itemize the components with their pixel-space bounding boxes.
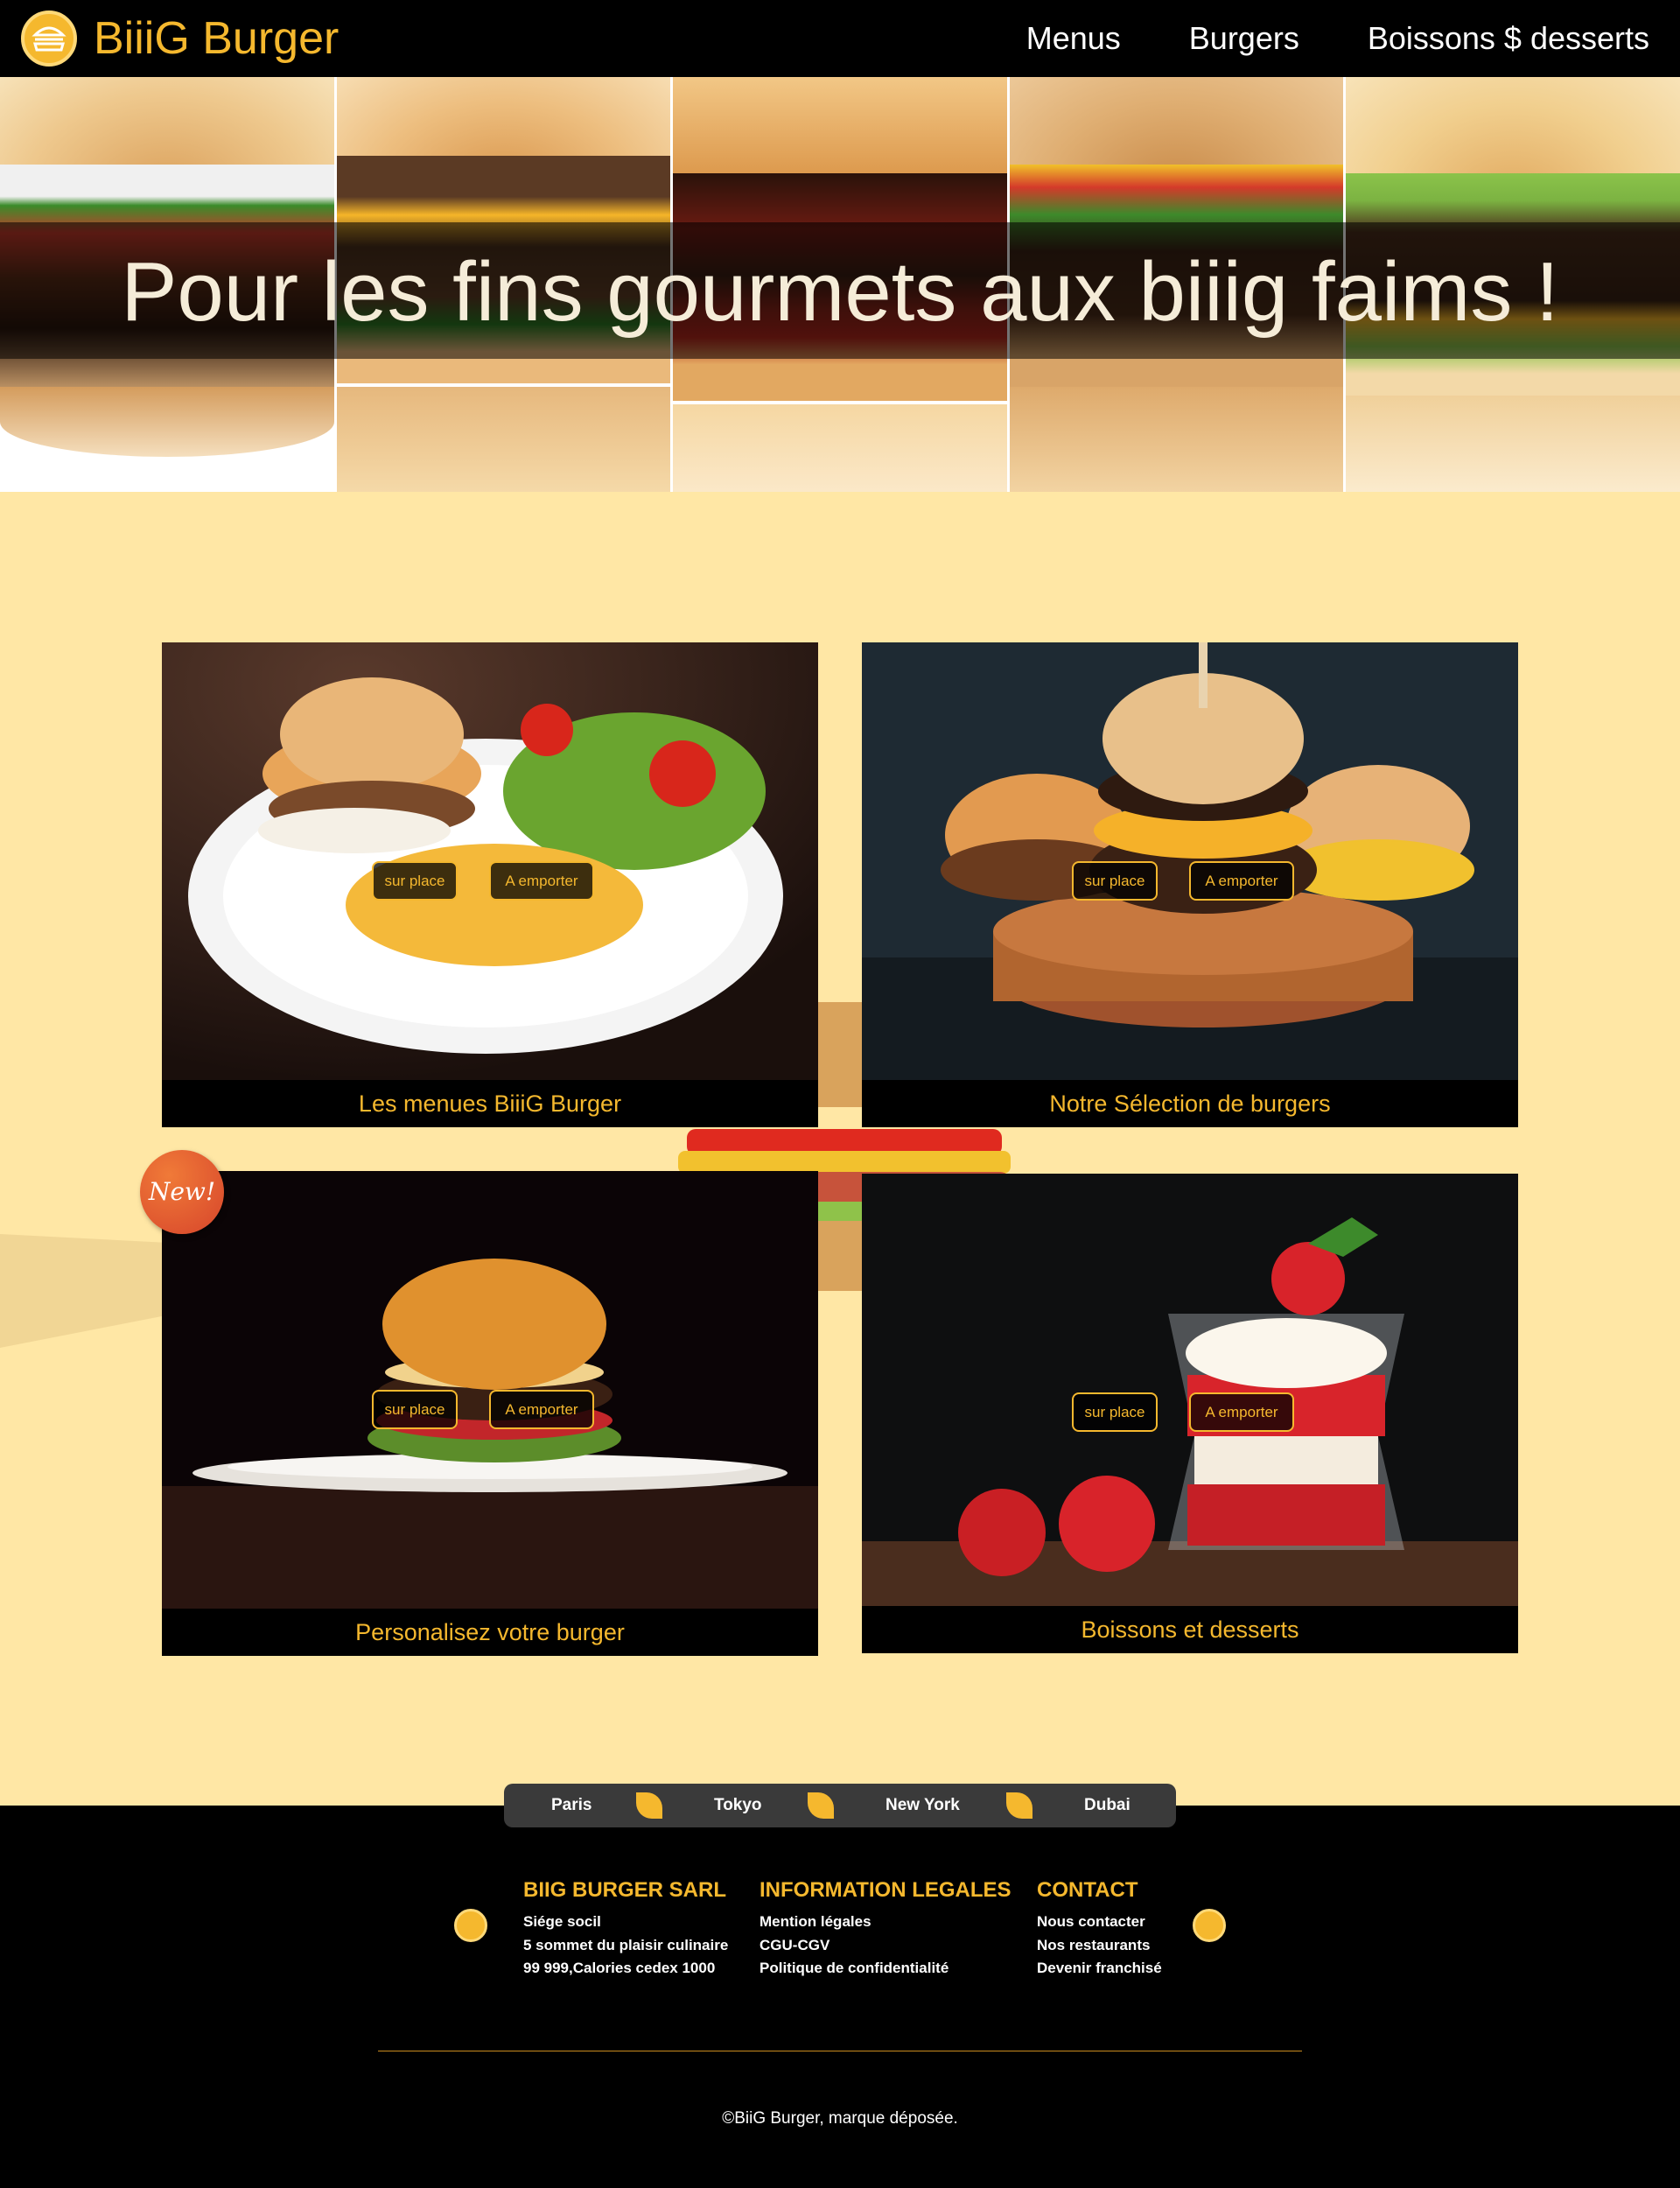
- strawberry-dessert-photo: [862, 1174, 1518, 1606]
- leaf-icon: [636, 1792, 662, 1819]
- footer-text: 99 999,Calories cedex 1000: [523, 1960, 716, 1976]
- burger-icon[interactable]: [21, 11, 77, 67]
- footer: BIIG BURGER SARL Siége socil 5 sommet du…: [0, 1806, 1680, 2188]
- card-burgers[interactable]: sur place A emporter Notre Sélection de …: [862, 642, 1518, 1127]
- city-tokyo[interactable]: Tokyo: [714, 1796, 762, 1815]
- nav-item-menus[interactable]: Menus: [1026, 16, 1121, 61]
- footer-heading: INFORMATION LEGALES: [760, 1878, 1012, 1902]
- footer-col-company: BIIG BURGER SARL Siége socil 5 sommet du…: [523, 1876, 728, 1981]
- city-bar: Paris Tokyo New York Dubai: [504, 1784, 1176, 1827]
- nav-item-burgers[interactable]: Burgers: [1189, 16, 1299, 61]
- burger-stack-photo: [862, 642, 1518, 1080]
- a-emporter-button[interactable]: A emporter: [489, 1390, 594, 1429]
- sur-place-button[interactable]: sur place: [372, 1390, 458, 1429]
- burger-icon: [454, 1909, 487, 1942]
- city-new-york[interactable]: New York: [886, 1796, 960, 1815]
- main-nav: Menus Burgers Boissons $ desserts: [958, 16, 1649, 61]
- burger-glyph: [32, 26, 66, 52]
- footer-text: Siége socil: [523, 1913, 601, 1930]
- new-badge: New!: [140, 1150, 224, 1234]
- footer-heading: BIIG BURGER SARL: [523, 1878, 727, 1902]
- decorative-ray: [0, 1234, 175, 1348]
- card-caption: Boissons et desserts: [862, 1606, 1518, 1653]
- custom-burger-photo: [162, 1171, 818, 1609]
- footer-link-contact[interactable]: Nous contacter: [1037, 1911, 1162, 1934]
- city-dubai[interactable]: Dubai: [1084, 1796, 1130, 1815]
- nav-item-boissons-desserts[interactable]: Boissons $ desserts: [1368, 16, 1649, 61]
- card-menus[interactable]: sur place A emporter Les menues BiiiG Bu…: [162, 642, 818, 1127]
- copyright: ©BiiG Burger, marque déposée.: [722, 2109, 958, 2128]
- a-emporter-button[interactable]: A emporter: [1189, 861, 1294, 901]
- city-paris[interactable]: Paris: [551, 1796, 592, 1815]
- footer-link-franchise[interactable]: Devenir franchisé: [1037, 1957, 1162, 1981]
- brand-name[interactable]: BiiiG Burger: [94, 11, 339, 67]
- sur-place-button[interactable]: sur place: [1072, 861, 1158, 901]
- card-caption: Personalisez votre burger: [162, 1609, 818, 1656]
- top-navbar: BiiiG Burger Menus Burgers Boissons $ de…: [0, 0, 1680, 77]
- hero-title: Pour les fins gourmets aux biiig faims !: [121, 245, 1559, 339]
- footer-col-contact: CONTACT Nous contacter Nos restaurants D…: [1037, 1876, 1162, 1981]
- footer-text: 5 sommet du plaisir culinaire: [523, 1936, 729, 1953]
- leaf-icon: [1006, 1792, 1032, 1819]
- sur-place-button[interactable]: sur place: [1072, 1392, 1158, 1432]
- leaf-icon: [808, 1792, 834, 1819]
- menu-plate-photo: [162, 642, 818, 1080]
- footer-link-cgu[interactable]: CGU-CGV: [760, 1934, 1012, 1958]
- card-caption: Les menues BiiiG Burger: [162, 1080, 818, 1127]
- burger-icon: [1193, 1909, 1226, 1942]
- footer-link-restaurants[interactable]: Nos restaurants: [1037, 1934, 1162, 1958]
- footer-col-legal: INFORMATION LEGALES Mention légales CGU-…: [760, 1876, 1012, 1981]
- a-emporter-button[interactable]: A emporter: [1189, 1392, 1294, 1432]
- card-drinks-desserts[interactable]: sur place A emporter Boissons et dessert…: [862, 1174, 1518, 1653]
- sur-place-button[interactable]: sur place: [372, 861, 458, 901]
- footer-heading: CONTACT: [1037, 1878, 1138, 1902]
- card-caption: Notre Sélection de burgers: [862, 1080, 1518, 1127]
- card-custom-burger[interactable]: sur place A emporter Personalisez votre …: [162, 1171, 818, 1656]
- footer-link-privacy[interactable]: Politique de confidentialité: [760, 1957, 1012, 1981]
- a-emporter-button[interactable]: A emporter: [489, 861, 594, 901]
- footer-link-mentions[interactable]: Mention légales: [760, 1911, 1012, 1934]
